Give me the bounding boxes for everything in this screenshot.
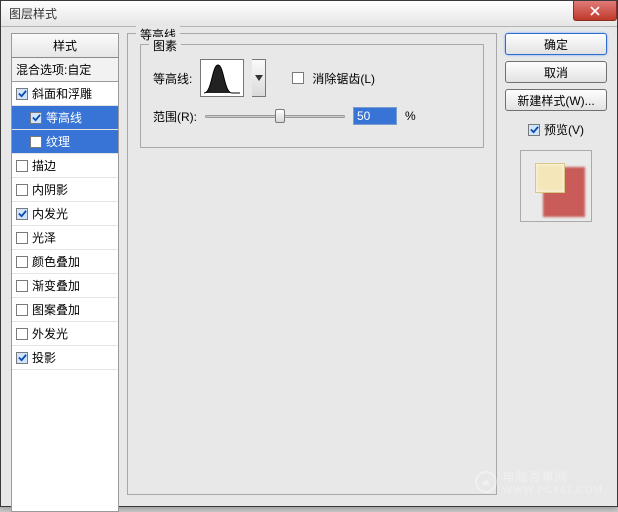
style-item-2[interactable]: 纹理 <box>12 130 118 154</box>
style-label: 外发光 <box>32 325 68 342</box>
style-label: 内发光 <box>32 205 68 222</box>
style-item-7[interactable]: 颜色叠加 <box>12 250 118 274</box>
range-input[interactable] <box>353 107 397 125</box>
style-checkbox[interactable] <box>16 328 28 340</box>
elements-group: 图素 等高线: <box>140 44 484 148</box>
settings-column: 等高线 图素 等高线: <box>127 33 497 496</box>
slider-thumb[interactable] <box>275 109 285 123</box>
style-label: 内阴影 <box>32 181 68 198</box>
anti-alias-checkbox[interactable] <box>292 72 304 84</box>
chevron-down-icon <box>255 75 263 81</box>
style-item-5[interactable]: 内发光 <box>12 202 118 226</box>
preview-label: 预览(V) <box>544 121 584 138</box>
dialog-body: 样式 混合选项:自定 斜面和浮雕等高线纹理描边内阴影内发光光泽颜色叠加渐变叠加图… <box>11 33 607 496</box>
style-label: 等高线 <box>46 109 82 126</box>
style-item-1[interactable]: 等高线 <box>12 106 118 130</box>
cancel-button[interactable]: 取消 <box>505 61 607 83</box>
style-label: 渐变叠加 <box>32 277 80 294</box>
style-checkbox[interactable] <box>16 184 28 196</box>
style-label: 颜色叠加 <box>32 253 80 270</box>
styles-header[interactable]: 样式 <box>11 33 119 58</box>
style-label: 光泽 <box>32 229 56 246</box>
style-checkbox[interactable] <box>16 280 28 292</box>
checkmark-icon <box>530 125 539 134</box>
style-checkbox[interactable] <box>30 136 42 148</box>
preview-thumbnail <box>520 150 592 222</box>
style-checkbox[interactable] <box>16 88 28 100</box>
contour-picker[interactable] <box>200 59 244 97</box>
style-checkbox[interactable] <box>16 352 28 364</box>
layer-style-dialog: 图层样式 样式 混合选项:自定 斜面和浮雕等高线纹理描边内阴影内发光光泽颜色叠加… <box>0 0 618 507</box>
styles-list: 斜面和浮雕等高线纹理描边内阴影内发光光泽颜色叠加渐变叠加图案叠加外发光投影 <box>11 82 119 512</box>
contour-label: 等高线: <box>153 70 192 87</box>
preview-checkbox-row: 预览(V) <box>505 121 607 138</box>
elements-legend: 图素 <box>149 37 181 54</box>
style-item-11[interactable]: 投影 <box>12 346 118 370</box>
range-row: 范围(R): % <box>153 107 471 125</box>
style-item-4[interactable]: 内阴影 <box>12 178 118 202</box>
style-label: 描边 <box>32 157 56 174</box>
style-item-8[interactable]: 渐变叠加 <box>12 274 118 298</box>
style-item-9[interactable]: 图案叠加 <box>12 298 118 322</box>
style-item-0[interactable]: 斜面和浮雕 <box>12 82 118 106</box>
style-checkbox[interactable] <box>16 208 28 220</box>
contour-dropdown-button[interactable] <box>252 59 266 97</box>
styles-column: 样式 混合选项:自定 斜面和浮雕等高线纹理描边内阴影内发光光泽颜色叠加渐变叠加图… <box>11 33 119 496</box>
contour-group: 等高线 图素 等高线: <box>127 33 497 495</box>
style-label: 图案叠加 <box>32 301 80 318</box>
contour-row: 等高线: 消除锯齿(L) <box>153 59 471 97</box>
blend-options-row[interactable]: 混合选项:自定 <box>11 58 119 82</box>
ok-button[interactable]: 确定 <box>505 33 607 55</box>
style-label: 斜面和浮雕 <box>32 85 92 102</box>
range-unit: % <box>405 109 416 123</box>
contour-curve-icon <box>202 61 242 95</box>
buttons-column: 确定 取消 新建样式(W)... 预览(V) <box>505 33 607 496</box>
style-checkbox[interactable] <box>16 160 28 172</box>
new-style-button[interactable]: 新建样式(W)... <box>505 89 607 111</box>
close-button[interactable] <box>573 1 617 21</box>
style-item-10[interactable]: 外发光 <box>12 322 118 346</box>
style-item-6[interactable]: 光泽 <box>12 226 118 250</box>
style-checkbox[interactable] <box>30 112 42 124</box>
range-slider[interactable] <box>205 109 345 123</box>
range-label: 范围(R): <box>153 108 197 125</box>
preview-checkbox[interactable] <box>528 124 540 136</box>
style-checkbox[interactable] <box>16 232 28 244</box>
style-label: 纹理 <box>46 133 70 150</box>
style-label: 投影 <box>32 349 56 366</box>
window-title: 图层样式 <box>9 5 57 22</box>
titlebar[interactable]: 图层样式 <box>1 1 617 27</box>
anti-alias-label: 消除锯齿(L) <box>312 70 375 87</box>
close-icon <box>590 6 600 16</box>
style-checkbox[interactable] <box>16 304 28 316</box>
style-item-3[interactable]: 描边 <box>12 154 118 178</box>
style-checkbox[interactable] <box>16 256 28 268</box>
